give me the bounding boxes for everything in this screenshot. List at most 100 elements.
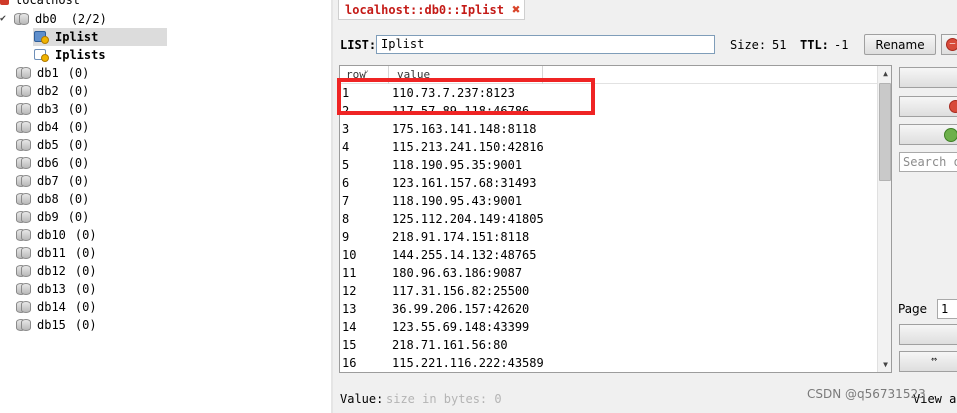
db-node-db10[interactable]: db10 (0) [16, 226, 97, 244]
db-node-db4[interactable]: db4 (0) [16, 118, 89, 136]
db-count: (0) [74, 300, 97, 314]
next-page-button[interactable]: ⇔ [899, 351, 957, 372]
db-node-db1[interactable]: db1 (0) [16, 64, 89, 82]
scroll-up-icon[interactable]: ▲ [878, 66, 891, 81]
row-number: 3 [342, 122, 350, 136]
database-icon [16, 120, 31, 134]
db-label: db13 [37, 282, 66, 296]
search-input[interactable]: Search o [899, 152, 957, 172]
db-count: (0) [74, 282, 97, 296]
database-icon [16, 66, 31, 80]
db-label: db15 [37, 318, 66, 332]
database-icon [16, 300, 31, 314]
row-number: 14 [342, 320, 357, 334]
db-node-db3[interactable]: db3 (0) [16, 100, 89, 118]
rename-button[interactable]: Rename [864, 34, 936, 55]
page-number-input[interactable]: 1 [937, 299, 957, 319]
table-row[interactable]: 5 118.190.95.35:9001 [340, 156, 877, 174]
delete-row-icon [949, 100, 957, 113]
db-count: (0) [67, 210, 90, 224]
row-value: 144.255.14.132:48765 [392, 248, 537, 262]
page-label: Page [898, 302, 928, 316]
db-node-db15[interactable]: db15 (0) [16, 316, 97, 334]
db-node-db6[interactable]: db6 (0) [16, 154, 89, 172]
annotation-highlight-box [337, 78, 595, 115]
db-count: (0) [74, 246, 97, 260]
row-value: 117.31.156.82:25500 [392, 284, 530, 298]
key-label: Iplists [55, 48, 106, 62]
db-label: db7 [37, 174, 59, 188]
database-icon [16, 264, 31, 278]
vertical-scrollbar[interactable]: ▲ ▼ [877, 66, 891, 372]
database-icon [16, 228, 31, 242]
database-icon [16, 138, 31, 152]
db-node-db2[interactable]: db2 (0) [16, 82, 89, 100]
table-row[interactable]: 8 125.112.204.149:41805 [340, 210, 877, 228]
row-value: 180.96.63.186:9087 [392, 266, 523, 280]
delete-row-button[interactable] [899, 96, 957, 117]
db-node-db7[interactable]: db7 (0) [16, 172, 89, 190]
db-count: (0) [67, 120, 90, 134]
database-icon [14, 12, 29, 26]
db-node-db0[interactable]: ✔ db0 (2/2) [0, 10, 107, 28]
table-row[interactable]: 6 123.161.157.68:31493 [340, 174, 877, 192]
db-label: db1 [37, 66, 59, 80]
table-row[interactable]: 1758.218.18.147:42186 [340, 372, 877, 373]
table-row[interactable]: 7 118.190.95.43:9001 [340, 192, 877, 210]
reload-button[interactable] [899, 124, 957, 145]
db-label: db9 [37, 210, 59, 224]
db-node-db9[interactable]: db9 (0) [16, 208, 89, 226]
table-row[interactable]: 3 175.163.141.148:8118 [340, 120, 877, 138]
scrollbar-thumb[interactable] [879, 83, 891, 181]
table-row[interactable]: 10 144.255.14.132:48765 [340, 246, 877, 264]
delete-key-button[interactable]: – [941, 34, 957, 55]
table-row[interactable]: 4 115.213.241.150:42816 [340, 138, 877, 156]
db-node-db13[interactable]: db13 (0) [16, 280, 97, 298]
row-value: 125.112.204.149:41805 [392, 212, 544, 226]
database-icon [16, 246, 31, 260]
db-label: db3 [37, 102, 59, 116]
table-row[interactable]: 9 218.91.174.151:8118 [340, 228, 877, 246]
row-number: 10 [342, 248, 357, 262]
row-number: 15 [342, 338, 357, 352]
db-node-db5[interactable]: db5 (0) [16, 136, 89, 154]
db-count: (0) [74, 318, 97, 332]
row-number: 16 [342, 356, 357, 370]
db-count: (0) [67, 156, 90, 170]
key-node-iplists[interactable]: Iplists [33, 46, 106, 64]
watermark: CSDN @q56731523 [807, 387, 926, 401]
db-count: (0) [67, 66, 90, 80]
table-row[interactable]: 14 123.55.69.148:43399 [340, 318, 877, 336]
database-icon [16, 102, 31, 116]
value-label: Value: [340, 392, 384, 406]
table-row[interactable]: 13 36.99.206.157:42620 [340, 300, 877, 318]
key-editor-panel: localhost::db0::Iplist ✖ LIST: Iplist Si… [333, 0, 957, 413]
db-count: (0) [67, 102, 90, 116]
db-label: db0 [35, 12, 57, 26]
row-number: 5 [342, 158, 350, 172]
key-name-field[interactable]: Iplist [376, 35, 715, 54]
db-node-db12[interactable]: db12 (0) [16, 262, 97, 280]
table-row[interactable]: 15 218.71.161.56:80 [340, 336, 877, 354]
row-value: 115.221.116.222:43589 [392, 356, 544, 370]
table-row[interactable]: 12 117.31.156.82:25500 [340, 282, 877, 300]
db-label: db2 [37, 84, 59, 98]
db-node-db8[interactable]: db8 (0) [16, 190, 89, 208]
database-icon [16, 174, 31, 188]
tab-key-editor[interactable]: localhost::db0::Iplist ✖ [338, 0, 525, 20]
row-number: 13 [342, 302, 357, 316]
key-node-iplist[interactable]: Iplist [33, 28, 167, 46]
database-icon [16, 282, 31, 296]
row-number: 11 [342, 266, 357, 280]
expanded-chevron-icon[interactable]: ✔ [0, 10, 14, 28]
add-row-button[interactable] [899, 67, 957, 88]
table-row[interactable]: 11 180.96.63.186:9087 [340, 264, 877, 282]
row-value: 118.190.95.35:9001 [392, 158, 523, 172]
scroll-down-icon[interactable]: ▼ [878, 357, 891, 372]
db-node-db14[interactable]: db14 (0) [16, 298, 97, 316]
db-node-db11[interactable]: db11 (0) [16, 244, 97, 262]
close-icon[interactable]: ✖ [512, 2, 520, 18]
prev-page-button[interactable] [899, 324, 957, 345]
table-row[interactable]: 16 115.221.116.222:43589 [340, 354, 877, 372]
server-node[interactable]: localhost [0, 0, 80, 9]
